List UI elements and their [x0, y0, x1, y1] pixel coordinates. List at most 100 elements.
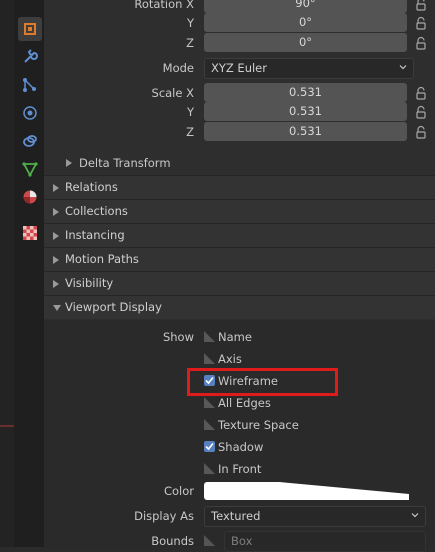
section-visibility-label: Visibility	[65, 276, 114, 290]
expand-arrow-icon	[53, 232, 59, 240]
texture-icon	[23, 226, 37, 240]
collapse-arrow-icon	[53, 305, 61, 311]
lock-icon[interactable]	[414, 86, 428, 100]
tab-constraints[interactable]	[18, 129, 42, 153]
checkbox-unchecked-icon[interactable]	[204, 331, 215, 342]
show-option-texture-space[interactable]: Texture Space	[202, 415, 435, 435]
display-as-value: Textured	[211, 509, 261, 523]
tab-object-data[interactable]	[18, 157, 42, 181]
section-instancing[interactable]: Instancing	[44, 223, 435, 247]
chevron-down-icon	[399, 65, 407, 70]
scale-y-field[interactable]: 0.531	[204, 102, 407, 121]
rotation-x-row: Rotation X 90°	[44, 0, 435, 14]
checkbox-unchecked-icon[interactable]	[204, 353, 215, 364]
show-option-all-edges[interactable]: All Edges	[202, 393, 435, 413]
section-motion-paths[interactable]: Motion Paths	[44, 247, 435, 271]
color-label: Color	[163, 484, 194, 498]
rotation-z-field[interactable]: 0°	[204, 33, 407, 52]
display-as-label: Display As	[134, 509, 194, 523]
color-swatch[interactable]	[204, 482, 409, 500]
show-option-axis[interactable]: Axis	[202, 349, 435, 369]
bounds-checkbox[interactable]	[204, 535, 215, 546]
show-option-name[interactable]: Name	[202, 327, 435, 347]
show-option-label: Shadow	[218, 440, 264, 454]
show-option-label: In Front	[218, 462, 262, 476]
physics-icon	[23, 106, 37, 120]
object-icon	[24, 23, 36, 35]
tab-object[interactable]	[18, 17, 42, 41]
material-icon	[23, 190, 37, 204]
rotation-z-value: 0°	[298, 35, 313, 49]
scale-z-field[interactable]: 0.531	[204, 122, 407, 141]
rotation-y-row: Y 0°	[44, 13, 435, 33]
mode-label: Mode	[162, 61, 194, 75]
show-option-label: Axis	[218, 352, 242, 366]
section-viewport-display-label: Viewport Display	[65, 300, 162, 314]
expand-arrow-icon	[53, 280, 59, 288]
rotation-z-label: Z	[186, 36, 194, 50]
section-visibility[interactable]: Visibility	[44, 271, 435, 295]
constraints-icon	[23, 135, 37, 147]
properties-tab-bar	[14, 0, 44, 547]
bounds-value: Box	[231, 534, 253, 548]
rotation-x-value: 90°	[295, 0, 316, 10]
section-viewport-display[interactable]: Viewport Display	[44, 295, 435, 319]
tab-particles[interactable]	[18, 73, 42, 97]
properties-panel: Rotation X 90° Y 0° Z 0° Mode XYZ Euler …	[44, 0, 435, 552]
checkbox-unchecked-icon[interactable]	[204, 419, 215, 430]
lock-icon[interactable]	[414, 0, 428, 11]
scale-x-field[interactable]: 0.531	[204, 83, 407, 102]
show-option-shadow[interactable]: Shadow	[202, 437, 435, 457]
delta-transform-header[interactable]: Delta Transform	[44, 152, 435, 174]
delta-transform-label: Delta Transform	[79, 156, 171, 170]
show-option-label: Name	[218, 330, 252, 344]
tab-scene-partial[interactable]	[18, 0, 42, 6]
lock-icon[interactable]	[414, 36, 428, 50]
scale-z-label: Z	[186, 125, 194, 139]
checkbox-unchecked-icon[interactable]	[204, 397, 215, 408]
chevron-down-icon	[411, 513, 419, 518]
expand-arrow-icon	[53, 208, 59, 216]
rotation-y-field[interactable]: 0°	[204, 13, 407, 32]
scale-y-row: Y 0.531	[44, 102, 435, 122]
bounds-label: Bounds	[151, 534, 194, 548]
checkbox-checked-icon[interactable]	[204, 375, 215, 386]
mode-dropdown[interactable]: XYZ Euler	[204, 58, 414, 79]
scale-z-row: Z 0.531	[44, 122, 435, 142]
show-option-label: Texture Space	[218, 418, 299, 432]
scale-x-label: Scale X	[151, 86, 194, 100]
particles-icon	[23, 78, 36, 92]
rotation-z-row: Z 0°	[44, 33, 435, 53]
display-as-dropdown[interactable]: Textured	[204, 506, 426, 527]
viewport-edge	[0, 0, 14, 547]
lock-icon[interactable]	[414, 16, 428, 30]
tab-modifiers[interactable]	[18, 45, 42, 69]
lock-icon[interactable]	[414, 105, 428, 119]
modifier-wrench-icon	[24, 49, 38, 63]
rotation-x-field[interactable]: 90°	[204, 0, 407, 13]
section-relations-label: Relations	[65, 180, 118, 194]
tab-physics[interactable]	[18, 101, 42, 125]
section-collections[interactable]: Collections	[44, 199, 435, 223]
rotation-y-value: 0°	[298, 15, 313, 29]
checkbox-checked-icon[interactable]	[204, 441, 215, 452]
section-instancing-label: Instancing	[65, 228, 125, 242]
expand-arrow-icon	[53, 256, 59, 264]
tab-texture[interactable]	[18, 221, 42, 245]
show-option-wireframe[interactable]: Wireframe	[202, 371, 435, 391]
show-option-label: Wireframe	[218, 374, 278, 388]
section-collections-label: Collections	[65, 204, 128, 218]
checkbox-unchecked-icon[interactable]	[204, 463, 215, 474]
show-option-in-front[interactable]: In Front	[202, 459, 435, 479]
bounds-dropdown[interactable]: Box	[224, 531, 426, 552]
scale-y-value: 0.531	[289, 104, 322, 118]
section-motion-paths-label: Motion Paths	[65, 252, 139, 266]
object-data-icon	[22, 162, 38, 177]
section-relations[interactable]: Relations	[44, 175, 435, 199]
tab-material[interactable]	[18, 185, 42, 209]
viewport-axis-line	[0, 425, 14, 427]
expand-arrow-icon	[53, 184, 59, 192]
lock-icon[interactable]	[414, 125, 428, 139]
show-label: Show	[162, 330, 194, 344]
mode-value: XYZ Euler	[211, 61, 267, 75]
